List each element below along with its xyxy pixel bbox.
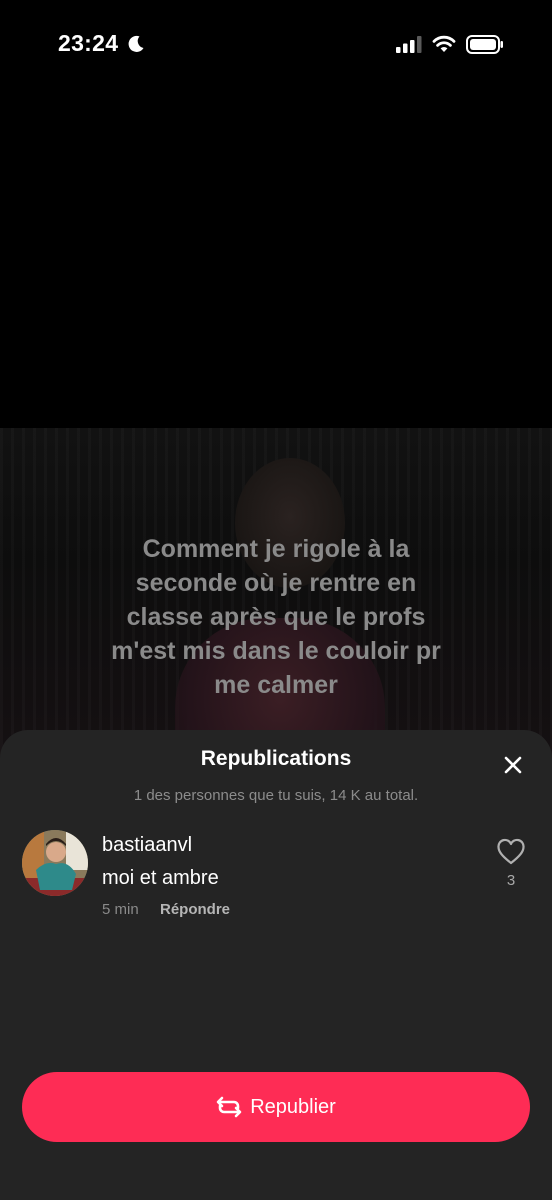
heart-icon (497, 838, 525, 865)
avatar-image (22, 830, 88, 896)
repost-icon (216, 1096, 242, 1118)
sheet-subtitle: 1 des personnes que tu suis, 14 K au tot… (133, 787, 419, 804)
status-time: 23:24 (58, 30, 119, 56)
comment-username[interactable]: bastiaanvl (102, 834, 192, 857)
close-icon (504, 756, 522, 774)
avatar[interactable] (22, 830, 88, 896)
status-bar: 23:24 (0, 0, 552, 90)
like-count: 3 (506, 872, 516, 889)
cellular-signal-icon (396, 36, 422, 53)
close-button[interactable] (500, 752, 526, 778)
republish-label: Republier (250, 1095, 336, 1118)
video-player[interactable]: Comment je rigole à la seconde où je ren… (0, 428, 552, 758)
republications-sheet: Republications 1 des personnes que tu su… (0, 730, 552, 1200)
like-button[interactable] (496, 838, 526, 866)
battery-icon (466, 35, 503, 54)
comment-text: moi et ambre (102, 867, 219, 889)
screen: 23:24 Comment je rigole à la seconde où … (0, 0, 552, 1200)
comment-item: bastiaanvl moi et ambre 5 min Répondre 3 (22, 830, 530, 930)
wifi-icon (432, 35, 456, 52)
moon-icon (128, 35, 144, 52)
reply-button[interactable]: Répondre (160, 901, 230, 918)
sheet-title: Republications (200, 747, 352, 770)
video-caption: Comment je rigole à la seconde où je ren… (111, 535, 441, 699)
republish-button[interactable]: Republier (22, 1072, 530, 1142)
comment-timestamp: 5 min (102, 901, 139, 918)
